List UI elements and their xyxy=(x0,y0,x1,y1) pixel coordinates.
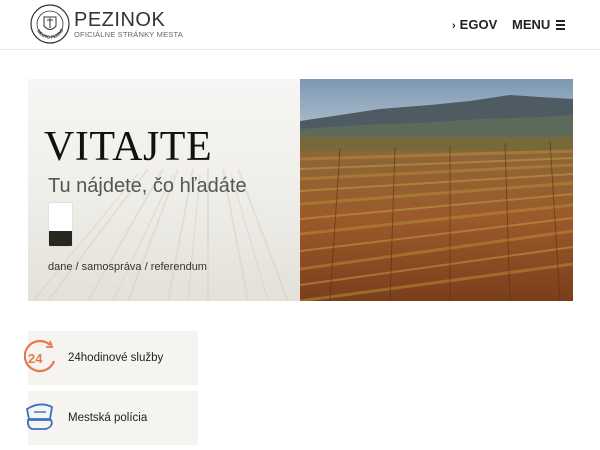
24h-icon-text: 24 xyxy=(28,351,43,366)
site-header: MESTO PEZINOK PEZINOK OFICIÁLNE STRÁNKY … xyxy=(0,0,600,50)
hero-banner: VITAJTE Tu nájdete, čo hľadáte dane / sa… xyxy=(28,79,573,301)
menu-label: MENU xyxy=(512,17,551,32)
hero-subtitle: Tu nájdete, čo hľadáte xyxy=(48,175,247,197)
city-seal-logo[interactable]: MESTO PEZINOK xyxy=(30,4,70,44)
egov-link[interactable]: › EGOV xyxy=(452,17,497,32)
hero-right-panel xyxy=(300,79,573,301)
24h-service-icon: 24 xyxy=(24,340,56,373)
card-label: Mestská polícia xyxy=(68,412,148,424)
chevron-right-icon: › xyxy=(452,20,456,32)
brand-name: PEZINOK xyxy=(74,9,166,31)
search-button[interactable] xyxy=(49,231,72,246)
hamburger-icon xyxy=(556,20,566,30)
menu-button[interactable]: MENU xyxy=(512,17,566,32)
police-cap-icon xyxy=(25,403,53,430)
egov-label: EGOV xyxy=(459,17,498,32)
brand[interactable]: PEZINOK OFICIÁLNE STRÁNKY MESTA xyxy=(74,9,214,43)
card-24h-services[interactable]: 24 24hodinové služby xyxy=(24,331,198,385)
brand-subtitle: OFICIÁLNE STRÁNKY MESTA xyxy=(74,30,183,39)
quick-links[interactable]: dane / samospráva / referendum xyxy=(48,261,207,273)
hero-title: VITAJTE xyxy=(44,124,213,170)
vineyard-photo xyxy=(300,79,573,301)
card-city-police[interactable]: Mestská polícia xyxy=(25,391,198,445)
card-label: 24hodinové služby xyxy=(68,352,164,364)
search-input[interactable] xyxy=(48,202,73,247)
hero-left-panel: VITAJTE Tu nájdete, čo hľadáte dane / sa… xyxy=(28,79,300,301)
